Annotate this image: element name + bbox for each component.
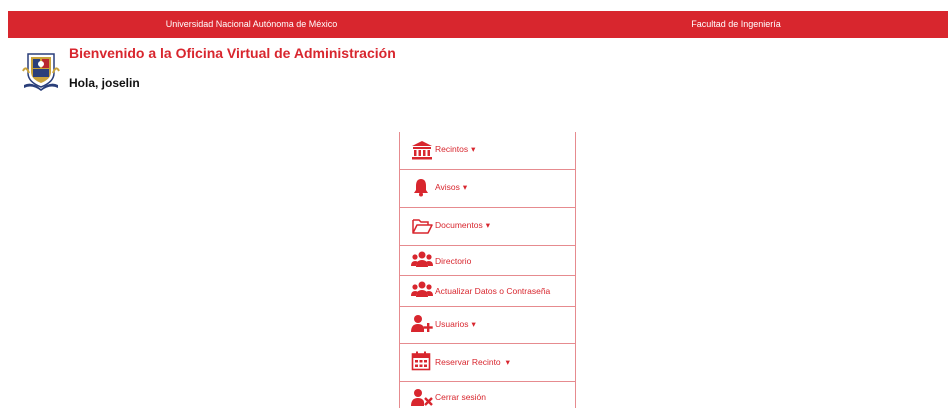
user-plus-icon	[411, 314, 433, 334]
caret-down-icon: ▾	[471, 319, 476, 329]
caret-down-icon: ▾	[471, 144, 476, 154]
caret-down-icon: ▾	[505, 357, 510, 367]
menu-item-cerrar-sesion[interactable]: Cerrar sesión	[400, 382, 575, 408]
user-greeting: Hola, joselin	[69, 76, 140, 90]
menu-label-usuarios: Usuarios	[435, 319, 469, 329]
welcome-title: Bienvenido a la Oficina Virtual de Admin…	[69, 45, 396, 61]
menu-item-documentos[interactable]: Documentos ▾	[400, 208, 575, 246]
calendar-icon	[411, 351, 431, 371]
menu-label-cerrar-sesion: Cerrar sesión	[435, 392, 487, 402]
folder-open-icon	[411, 216, 433, 236]
building-icon	[411, 140, 432, 160]
menu-label-recintos: Recintos	[435, 144, 469, 154]
university-name: Universidad Nacional Autónoma de México	[165, 19, 338, 29]
menu-label-avisos: Avisos	[435, 182, 460, 192]
users-icon	[411, 280, 433, 300]
menu-item-actualizar-datos[interactable]: Actualizar Datos o Contraseña	[400, 276, 575, 307]
menu-label-documentos: Documentos	[435, 220, 483, 230]
main-menu: Recintos ▾ Avisos ▾ Documentos ▾ Directo…	[399, 132, 576, 408]
menu-label-directorio: Directorio	[435, 256, 472, 266]
menu-item-reservar-recinto[interactable]: Reservar Recinto ▾	[400, 344, 575, 382]
top-banner: Universidad Nacional Autónoma de México …	[8, 11, 948, 38]
bell-icon	[411, 177, 431, 197]
caret-down-icon: ▾	[462, 182, 468, 192]
menu-label-actualizar-datos: Actualizar Datos o Contraseña	[435, 286, 551, 296]
caret-down-icon: ▾	[485, 220, 490, 230]
faculty-name: Facultad de Ingeniería	[691, 19, 781, 29]
users-icon	[411, 250, 433, 270]
user-times-icon	[411, 388, 433, 408]
menu-item-avisos[interactable]: Avisos ▾	[400, 170, 575, 208]
menu-item-recintos[interactable]: Recintos ▾	[400, 132, 575, 170]
unam-logo-icon	[22, 51, 60, 91]
menu-item-usuarios[interactable]: Usuarios ▾	[400, 307, 575, 344]
menu-label-reservar-recinto: Reservar Recinto	[435, 357, 501, 367]
menu-item-directorio[interactable]: Directorio	[400, 246, 575, 276]
